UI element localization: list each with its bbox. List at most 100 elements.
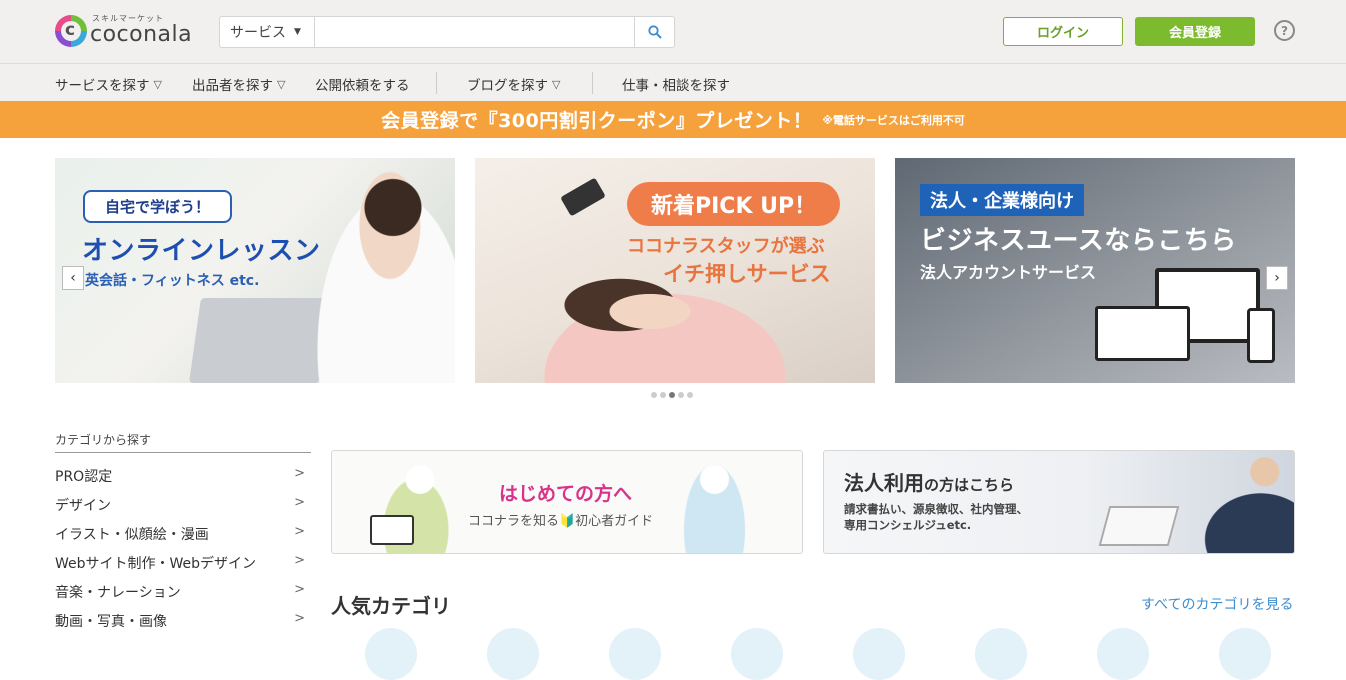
nav-divider xyxy=(592,72,593,94)
chevron-right-icon: › xyxy=(1274,270,1280,286)
carousel-slide-pickup[interactable]: 新着PICK UP！ ココナラスタッフが選ぶ イチ押しサービス xyxy=(475,158,875,383)
promo-note-text: ※電話サービスはご利用不可 xyxy=(822,113,965,127)
woman-illustration xyxy=(682,461,747,553)
nav-post-request[interactable]: 公開依頼をする xyxy=(315,74,410,94)
woman-headset-photo xyxy=(300,158,455,383)
nav-find-jobs[interactable]: 仕事・相談を探す xyxy=(622,74,730,94)
slide-subtitle: 法人アカウントサービス xyxy=(920,263,1097,282)
sidebar-item-label: PRO認定 xyxy=(55,469,113,485)
promo-banner[interactable]: 会員登録で『300円割引クーポン』プレゼント！ ※電話サービスはご利用不可 xyxy=(0,101,1346,138)
sidebar-item-label: デザイン xyxy=(55,498,111,514)
beginner-card-subtitle: ココナラを知る🔰初心者ガイド xyxy=(468,514,654,529)
sidebar-item-label: Webサイト制作・Webデザイン xyxy=(55,556,257,572)
category-sidebar-title: カテゴリから探す xyxy=(55,433,152,447)
carousel-slide-online-lesson[interactable]: 自宅で学ぼう！ オンラインレッスン 英会話・フィットネス etc. xyxy=(55,158,455,383)
sidebar-item-label: 音楽・ナレーション xyxy=(55,585,181,601)
carousel-dot-active[interactable] xyxy=(669,392,675,398)
sidebar-item-video[interactable]: 動画・写真・画像 > xyxy=(55,611,305,631)
chevron-down-icon: ▽ xyxy=(277,77,286,91)
search-input[interactable] xyxy=(315,17,634,47)
carousel-slide-business[interactable]: 法人・企業様向け ビジネスユースならこちら 法人アカウントサービス xyxy=(895,158,1295,383)
sidebar-item-web[interactable]: Webサイト制作・Webデザイン > xyxy=(55,553,305,573)
nav-find-services[interactable]: サービスを探す ▽ xyxy=(55,74,162,95)
sidebar-item-design[interactable]: デザイン > xyxy=(55,495,305,515)
sidebar-item-illustration[interactable]: イラスト・似顔絵・漫画 > xyxy=(55,524,305,544)
search-category-select[interactable]: サービス ▼ xyxy=(220,17,315,47)
corporate-card-desc: 請求書払い、源泉徴収、社内管理、 xyxy=(844,502,1028,516)
chevron-right-icon: > xyxy=(294,495,305,510)
carousel-dot[interactable] xyxy=(651,392,657,398)
category-icon[interactable] xyxy=(731,628,783,680)
category-icon[interactable] xyxy=(365,628,417,680)
chevron-right-icon: > xyxy=(294,466,305,481)
phone-illustration xyxy=(1247,308,1275,363)
search-button[interactable] xyxy=(634,17,674,47)
register-button[interactable]: 会員登録 xyxy=(1135,17,1255,46)
search-icon xyxy=(647,25,662,39)
category-icon[interactable] xyxy=(975,628,1027,680)
logo-wordmark: coconala xyxy=(90,22,193,47)
login-button[interactable]: ログイン xyxy=(1003,17,1123,46)
category-icon[interactable] xyxy=(487,628,539,680)
chevron-right-icon: > xyxy=(294,582,305,597)
nav-find-blogs[interactable]: ブログを探す ▽ xyxy=(467,74,561,95)
carousel-next-button[interactable]: › xyxy=(1266,266,1288,290)
chevron-down-icon: ▽ xyxy=(153,77,162,91)
carousel-dots xyxy=(651,392,693,398)
nav-find-services-label: サービスを探す xyxy=(55,78,150,94)
beginner-card-title: はじめての方へ xyxy=(499,483,633,505)
slide-title: オンラインレッスン xyxy=(82,236,321,266)
logo-text: スキルマーケット coconala xyxy=(90,14,192,47)
popular-categories-title: 人気カテゴリ xyxy=(331,594,451,618)
search-category-label: サービス xyxy=(230,25,286,41)
corporate-card-desc: 専用コンシェルジュetc. xyxy=(844,518,972,532)
category-icon[interactable] xyxy=(1219,628,1271,680)
phone-illustration xyxy=(560,177,606,217)
businessman-photo xyxy=(1154,451,1294,553)
carousel-dot[interactable] xyxy=(687,392,693,398)
help-icon[interactable]: ? xyxy=(1274,20,1295,41)
slide-title: ビジネスユースならこちら xyxy=(920,226,1237,256)
chevron-down-icon: ▽ xyxy=(552,77,561,91)
nav-find-blogs-label: ブログを探す xyxy=(467,78,548,94)
category-icon[interactable] xyxy=(1097,628,1149,680)
carousel-prev-button[interactable]: ‹ xyxy=(62,266,84,290)
slide-tag: 法人・企業様向け xyxy=(920,184,1084,216)
chevron-right-icon: > xyxy=(294,611,305,626)
slide-subtitle: 英会話・フィットネス etc. xyxy=(85,273,260,289)
laptop-illustration xyxy=(1095,306,1190,361)
sidebar-item-label: イラスト・似顔絵・漫画 xyxy=(55,527,209,543)
corporate-card-title: 法人利用の方はこちら xyxy=(844,467,1014,496)
carousel-dot[interactable] xyxy=(678,392,684,398)
logo-mark-icon: c xyxy=(55,14,87,47)
sidebar-divider xyxy=(55,452,311,453)
slide-pill: 新着PICK UP！ xyxy=(627,182,841,226)
nav-find-sellers-label: 出品者を探す xyxy=(192,78,273,94)
sidebar-item-label: 動画・写真・画像 xyxy=(55,614,167,630)
chevron-right-icon: > xyxy=(294,553,305,568)
slide-line1: ココナラスタッフが選ぶ xyxy=(627,236,825,257)
category-icon[interactable] xyxy=(853,628,905,680)
carousel-dot[interactable] xyxy=(660,392,666,398)
corporate-card-title-suffix: の方はこちら xyxy=(924,476,1015,494)
see-all-categories-link[interactable]: すべてのカテゴリを見る xyxy=(1141,594,1293,614)
beginner-guide-card[interactable]: はじめての方へ ココナラを知る🔰初心者ガイド xyxy=(331,450,803,554)
slide-bubble: 自宅で学ぼう！ xyxy=(83,190,233,223)
sidebar-item-music[interactable]: 音楽・ナレーション > xyxy=(55,582,305,602)
promo-main-text: 会員登録で『300円割引クーポン』プレゼント！ xyxy=(381,110,813,132)
nav-post-request-label: 公開依頼をする xyxy=(315,78,410,94)
corporate-use-card[interactable]: 法人利用の方はこちら 請求書払い、源泉徴収、社内管理、 専用コンシェルジュetc… xyxy=(823,450,1295,554)
coconala-logo[interactable]: c スキルマーケット coconala xyxy=(55,14,192,47)
tablet-illustration xyxy=(370,515,414,545)
caret-down-icon: ▼ xyxy=(294,27,301,37)
chevron-left-icon: ‹ xyxy=(70,270,76,286)
slide-line2: イチ押しサービス xyxy=(663,262,831,286)
main-nav: サービスを探す ▽ 出品者を探す ▽ 公開依頼をする ブログを探す ▽ 仕事・相… xyxy=(0,63,1346,101)
category-icon[interactable] xyxy=(609,628,661,680)
nav-find-sellers[interactable]: 出品者を探す ▽ xyxy=(192,74,286,95)
nav-find-jobs-label: 仕事・相談を探す xyxy=(622,78,730,94)
nav-divider xyxy=(436,72,437,94)
search-bar: サービス ▼ xyxy=(219,16,675,48)
sidebar-item-pro[interactable]: PRO認定 > xyxy=(55,466,305,486)
corporate-card-title-main: 法人利用 xyxy=(844,471,924,495)
